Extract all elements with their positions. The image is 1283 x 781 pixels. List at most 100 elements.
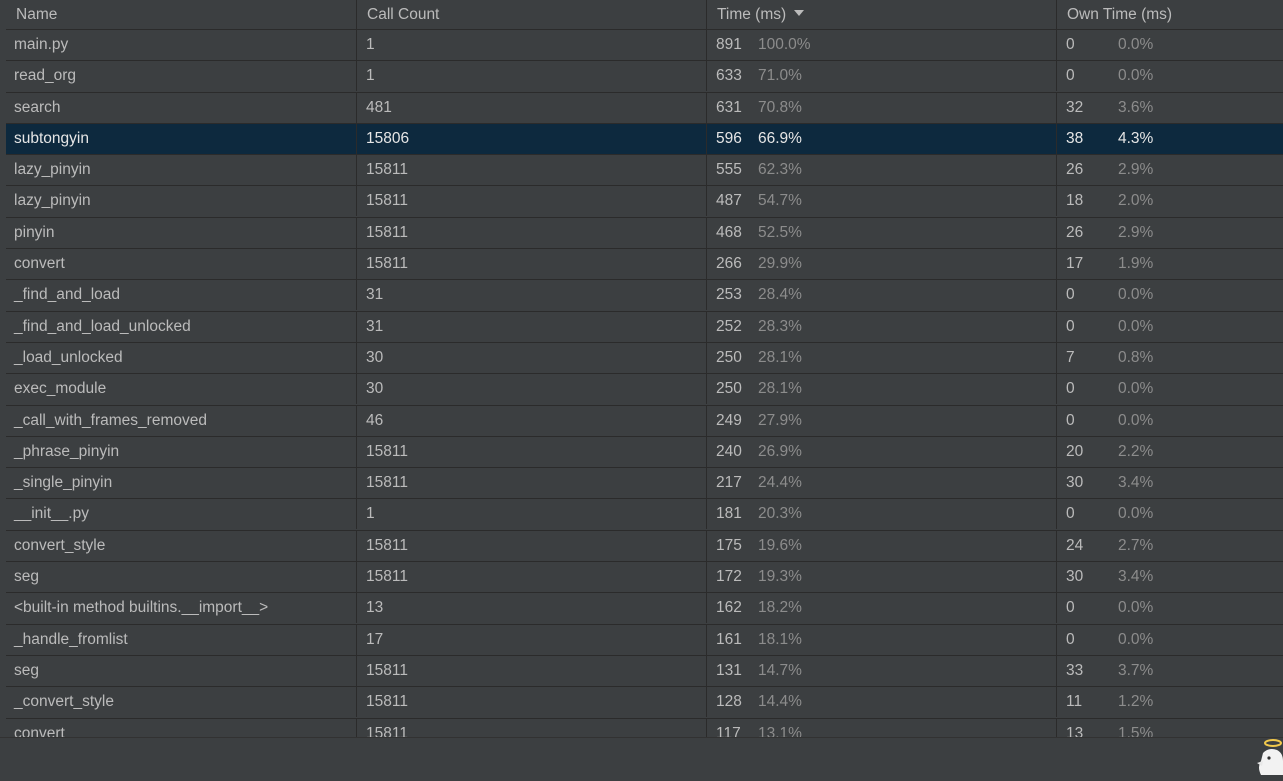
table-row[interactable]: _single_pinyin 15811 217 24.4% 30 3.4% <box>6 468 1283 500</box>
cell-call-count: 31 <box>356 280 706 311</box>
cell-name: main.py <box>6 30 356 60</box>
own-time-percent: 1.9% <box>1118 255 1154 273</box>
table-row[interactable]: main.py 1 891 100.0% 0 0.0% <box>6 30 1283 62</box>
time-percent: 62.3% <box>758 161 802 179</box>
cell-name: pinyin <box>6 218 356 248</box>
table-row[interactable]: _find_and_load_unlocked 31 252 28.3% 0 0.0% <box>6 311 1283 343</box>
angel-mascot-icon <box>1257 739 1283 775</box>
table-row[interactable]: lazy_pinyin 15811 555 62.3% 26 2.9% <box>6 155 1283 187</box>
cell-call-count: 30 <box>356 374 706 405</box>
sort-descending-icon[interactable] <box>794 9 805 16</box>
table-row[interactable]: _convert_style 15811 128 14.4% 11 1.2% <box>6 687 1283 719</box>
table-row[interactable]: convert_style 15811 175 19.6% 24 2.7% <box>6 530 1283 563</box>
cell-call-count: 15811 <box>356 562 706 593</box>
cell-call-count: 13 <box>356 593 706 624</box>
time-value: 487 <box>716 192 742 210</box>
table-row[interactable]: convert 15811 117 13.1% 13 1.5% <box>6 718 1283 737</box>
time-value: 555 <box>716 161 742 179</box>
call-count-value: 30 <box>366 380 384 398</box>
time-value: 633 <box>716 67 742 85</box>
call-count-value: 15811 <box>366 192 408 210</box>
cell-call-count: 15811 <box>356 687 706 718</box>
cell-own-time: 24 2.7% <box>1056 530 1283 561</box>
time-percent: 100.0% <box>758 36 811 53</box>
cell-call-count: 15811 <box>356 436 706 467</box>
own-time-value: 32 <box>1066 98 1084 116</box>
table-row[interactable]: __init__.py 1 181 20.3% 0 0.0% <box>6 499 1283 531</box>
call-count-value: 15811 <box>366 661 408 679</box>
cell-time: 175 19.6% <box>706 530 1056 561</box>
table-row[interactable]: exec_module 30 250 28.1% 0 0.0% <box>6 374 1283 406</box>
cell-time: 252 28.3% <box>706 311 1056 342</box>
table-row[interactable]: <built-in method builtins.__import__> 13 1… <box>6 593 1283 625</box>
table-row[interactable]: subtongyin 15806 596 66.9% 38 4.3% <box>6 123 1283 156</box>
column-header-own-time[interactable]: Own Time (ms) <box>1056 0 1283 29</box>
call-count-value: 15811 <box>366 474 408 492</box>
cell-call-count: 15811 <box>356 718 706 737</box>
table-row[interactable]: _handle_fromlist 17 161 18.1% 0 0.0% <box>6 624 1283 656</box>
own-time-value: 0 <box>1066 286 1075 304</box>
call-count-value: 15811 <box>366 693 408 711</box>
table-row[interactable]: seg 15811 131 14.7% 33 3.7% <box>6 655 1283 688</box>
own-time-percent: 0.0% <box>1118 505 1154 523</box>
column-header-time-label: Time (ms) <box>717 6 787 23</box>
own-time-percent: 2.9% <box>1118 161 1154 179</box>
table-row[interactable]: convert 15811 266 29.9% 17 1.9% <box>6 249 1283 281</box>
cell-name: convert <box>6 719 356 737</box>
time-percent: 71.0% <box>758 67 802 85</box>
call-count-value: 1 <box>366 505 375 523</box>
call-count-value: 17 <box>366 630 384 648</box>
table-row[interactable]: _call_with_frames_removed 46 249 27.9% 0 0.0% <box>6 405 1283 437</box>
table-row[interactable]: _phrase_pinyin 15811 240 26.9% 20 2.2% <box>6 436 1283 469</box>
own-time-percent: 2.0% <box>1118 192 1154 210</box>
call-count-value: 1 <box>366 36 375 53</box>
function-name: seg <box>14 661 39 679</box>
cell-time: 249 27.9% <box>706 405 1056 436</box>
call-count-value: 46 <box>366 411 384 429</box>
table-row[interactable]: read_org 1 633 71.0% 0 0.0% <box>6 61 1283 93</box>
function-name: main.py <box>14 36 69 53</box>
cell-name: __init__.py <box>6 499 356 529</box>
cell-time: 633 71.0% <box>706 61 1056 92</box>
call-count-value: 13 <box>366 599 384 617</box>
column-header-call-count[interactable]: Call Count <box>356 0 706 29</box>
cell-own-time: 0 0.0% <box>1056 593 1283 624</box>
status-bar <box>0 737 1283 781</box>
own-time-value: 33 <box>1066 661 1084 679</box>
cell-call-count: 15811 <box>356 186 706 217</box>
table-row[interactable]: search 481 631 70.8% 32 3.6% <box>6 92 1283 124</box>
table-row[interactable]: seg 15811 172 19.3% 30 3.4% <box>6 562 1283 594</box>
own-time-percent: 3.4% <box>1118 568 1154 586</box>
table-row[interactable]: _find_and_load 31 253 28.4% 0 0.0% <box>6 280 1283 312</box>
cell-own-time: 26 2.9% <box>1056 155 1283 186</box>
cell-name: convert <box>6 249 356 279</box>
own-time-percent: 0.0% <box>1118 380 1154 398</box>
column-header-call-count-label: Call Count <box>367 6 440 23</box>
cell-call-count: 1 <box>356 30 706 60</box>
time-percent: 28.1% <box>758 348 802 366</box>
column-header-name[interactable]: Name <box>6 0 356 29</box>
time-value: 128 <box>716 693 742 711</box>
own-time-value: 0 <box>1066 380 1075 398</box>
time-percent: 19.3% <box>758 568 802 586</box>
cell-name: <built-in method builtins.__import__> <box>6 593 356 623</box>
function-name: subtongyin <box>14 129 89 147</box>
column-header-time[interactable]: Time (ms) <box>706 0 1056 29</box>
cell-own-time: 20 2.2% <box>1056 436 1283 467</box>
own-time-percent: 1.2% <box>1118 693 1154 711</box>
own-time-value: 38 <box>1066 129 1084 147</box>
own-time-value: 17 <box>1066 255 1084 273</box>
function-name: _load_unlocked <box>14 348 123 366</box>
call-count-value: 481 <box>366 98 392 116</box>
own-time-value: 0 <box>1066 630 1075 648</box>
table-row[interactable]: _load_unlocked 30 250 28.1% 7 0.8% <box>6 342 1283 375</box>
time-value: 253 <box>716 286 742 304</box>
time-value: 240 <box>716 442 742 460</box>
function-name: search <box>14 98 61 116</box>
function-name: pinyin <box>14 223 55 241</box>
cell-own-time: 11 1.2% <box>1056 687 1283 718</box>
table-row[interactable]: pinyin 15811 468 52.5% 26 2.9% <box>6 217 1283 250</box>
own-time-value: 0 <box>1066 67 1075 85</box>
table-row[interactable]: lazy_pinyin 15811 487 54.7% 18 2.0% <box>6 186 1283 218</box>
call-statistics-table[interactable]: Name Call Count Time (ms) Own Time (ms) … <box>6 0 1283 737</box>
